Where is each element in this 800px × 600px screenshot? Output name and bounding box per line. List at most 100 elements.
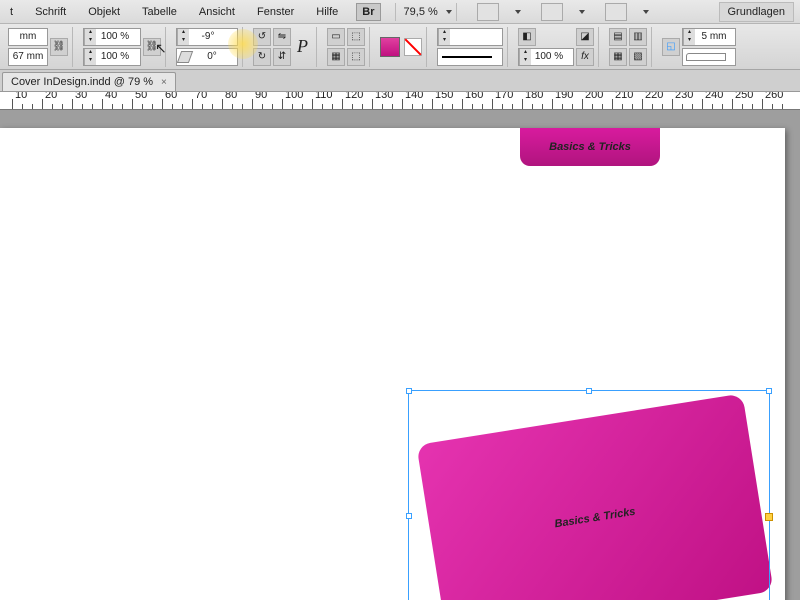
ruler-tick: 20: [42, 99, 43, 109]
selection-handle[interactable]: [406, 388, 412, 394]
badge-shape[interactable]: Basics & Tricks: [520, 128, 660, 166]
ruler-tick-label: 20: [45, 92, 57, 101]
menu-fenster[interactable]: Fenster: [253, 4, 298, 20]
screen-mode-icon[interactable]: [541, 3, 563, 21]
badge-text: Basics & Tricks: [549, 141, 631, 153]
corner-shape-field[interactable]: [682, 48, 736, 66]
height-field[interactable]: [8, 48, 48, 66]
opacity-icon[interactable]: ◧: [518, 28, 536, 46]
ruler-tick-label: 90: [255, 92, 267, 101]
rotate-cw-icon[interactable]: ↻: [253, 48, 271, 66]
drop-shadow-icon[interactable]: ◪: [576, 28, 594, 46]
scale-group: ▴▾ ▴▾ ⛓: [79, 27, 166, 67]
wrap-none-icon[interactable]: ▤: [609, 28, 627, 46]
selection-bounds: [408, 390, 770, 600]
rotate-flip-group: ↺↻ ⇋⇵ P: [249, 27, 317, 67]
ruler-tick-label: 260: [765, 92, 783, 101]
close-tab-icon[interactable]: ×: [161, 77, 167, 88]
rotate-ccw-icon[interactable]: ↺: [253, 28, 271, 46]
ruler-tick-label: 120: [345, 92, 363, 101]
view-mode-icon[interactable]: [477, 3, 499, 21]
constrain-scale-icon[interactable]: ⛓: [143, 38, 161, 56]
menu-item[interactable]: t: [6, 4, 17, 20]
corner-options-icon[interactable]: ◱: [662, 38, 680, 56]
wrap-bound-icon[interactable]: ▥: [629, 28, 647, 46]
select-container-icon[interactable]: ▭: [327, 28, 345, 46]
ruler-tick: 130: [372, 99, 373, 109]
ruler-tick-label: 210: [615, 92, 633, 101]
canvas-area[interactable]: Basics & Tricks Basics & Tricks: [0, 110, 800, 600]
ruler-tick-label: 80: [225, 92, 237, 101]
shear-icon: [177, 51, 193, 63]
ruler-tick-label: 130: [375, 92, 393, 101]
menu-bar: t Schrift Objekt Tabelle Ansicht Fenster…: [0, 0, 800, 24]
wrap-around-icon[interactable]: ▦: [609, 48, 627, 66]
width-field[interactable]: [8, 28, 48, 46]
rotation-field[interactable]: ▴▾: [176, 28, 238, 46]
ruler-tick: 180: [522, 99, 523, 109]
scale-y-field[interactable]: ▴▾: [83, 48, 141, 66]
ruler-tick: 250: [732, 99, 733, 109]
document-tab[interactable]: Cover InDesign.indd @ 79 % ×: [2, 72, 176, 91]
selection-handle[interactable]: [766, 388, 772, 394]
menu-schrift[interactable]: Schrift: [31, 4, 70, 20]
fill-stroke-group: [376, 27, 427, 67]
arrange-icon[interactable]: [605, 3, 627, 21]
ruler-tick-label: 220: [645, 92, 663, 101]
corner-group: ◱ ▴▾: [658, 27, 740, 67]
fill-swatch[interactable]: [380, 37, 400, 57]
ruler-tick: 70: [192, 99, 193, 109]
ruler-tick: 30: [72, 99, 73, 109]
flip-h-icon[interactable]: ⇋: [273, 28, 291, 46]
ruler-tick: 170: [492, 99, 493, 109]
selection-handle[interactable]: [406, 513, 412, 519]
fit-content-icon[interactable]: ⬚: [347, 28, 365, 46]
constrain-link-icon[interactable]: ⛓: [50, 38, 68, 56]
ruler-tick-label: 150: [435, 92, 453, 101]
select-content-icon[interactable]: ▦: [327, 48, 345, 66]
page[interactable]: Basics & Tricks Basics & Tricks: [0, 128, 785, 600]
ruler-tick-label: 170: [495, 92, 513, 101]
ruler-tick-label: 70: [195, 92, 207, 101]
menu-tabelle[interactable]: Tabelle: [138, 4, 181, 20]
fit-frame-icon[interactable]: ⬚: [347, 48, 365, 66]
scale-x-field[interactable]: ▴▾: [83, 28, 141, 46]
wrap-jump-icon[interactable]: ▧: [629, 48, 647, 66]
live-corner-handle[interactable]: [765, 513, 773, 521]
ruler-tick: 90: [252, 99, 253, 109]
ruler-tick-label: 200: [585, 92, 603, 101]
shear-field[interactable]: [176, 48, 238, 66]
dropdown-icon: [515, 10, 521, 14]
stroke-style-field[interactable]: [437, 48, 503, 66]
stroke-weight-field[interactable]: ▴▾: [437, 28, 503, 46]
rotate-group: ▴▾: [172, 27, 243, 67]
ruler-tick: 80: [222, 99, 223, 109]
menu-objekt[interactable]: Objekt: [84, 4, 124, 20]
ruler-tick: 230: [672, 99, 673, 109]
ruler-tick-label: 110: [315, 92, 333, 101]
ruler-tick: 100: [282, 99, 283, 109]
opacity-field[interactable]: ▴▾: [518, 48, 574, 66]
ruler-tick: 160: [462, 99, 463, 109]
selection-handle[interactable]: [586, 388, 592, 394]
ruler-tick: 190: [552, 99, 553, 109]
ruler-tick-label: 40: [105, 92, 117, 101]
no-stroke-icon[interactable]: [404, 38, 422, 56]
stroke-group: ▴▾: [433, 27, 508, 67]
ruler-tick: 50: [132, 99, 133, 109]
zoom-level[interactable]: 79,5 %: [395, 3, 457, 21]
effects-group: ◧ ▴▾ ◪ fx: [514, 27, 599, 67]
ruler-tick: 210: [612, 99, 613, 109]
fx-icon[interactable]: fx: [576, 48, 594, 66]
menu-hilfe[interactable]: Hilfe: [312, 4, 342, 20]
zoom-value: 79,5 %: [400, 6, 442, 18]
corner-radius-field[interactable]: ▴▾: [682, 28, 736, 46]
bridge-button[interactable]: Br: [356, 3, 380, 21]
ruler-tick: 260: [762, 99, 763, 109]
flip-v-icon[interactable]: ⇵: [273, 48, 291, 66]
menu-ansicht[interactable]: Ansicht: [195, 4, 239, 20]
horizontal-ruler[interactable]: 1020304050607080901001101201301401501601…: [0, 92, 800, 110]
tab-title: Cover InDesign.indd @ 79 %: [11, 76, 153, 88]
workspace-switcher[interactable]: Grundlagen: [719, 2, 795, 22]
ruler-tick-label: 240: [705, 92, 723, 101]
